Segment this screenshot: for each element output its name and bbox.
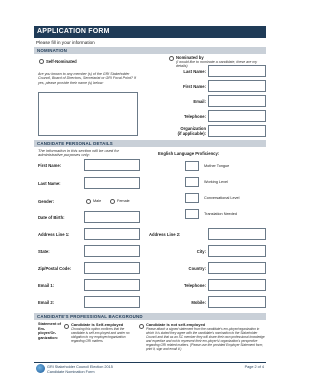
form-page: APPLICATION FORM Please fill in your inf… [0, 0, 298, 386]
mobile-label: Mobile: [191, 300, 206, 305]
page-number: Page 2 of 4 [244, 365, 264, 369]
footer-text: GRI Stakeholder Council Election 2015 Ca… [47, 365, 113, 374]
nominator-organization-input[interactable] [208, 125, 266, 137]
nominator-first-name-input[interactable] [208, 80, 266, 92]
gender-male-radio[interactable] [86, 199, 91, 204]
last-name-label: Last Name: [38, 181, 61, 186]
mother-tongue-checkbox[interactable] [185, 161, 199, 171]
personal-info-note: The information in this section will be … [38, 148, 119, 158]
first-name-input[interactable] [84, 159, 140, 171]
zip-input[interactable] [84, 262, 140, 274]
first-name-label: First Name: [38, 163, 62, 168]
address-line1-input[interactable] [84, 228, 140, 240]
mother-tongue-label: Mother Tongue [204, 164, 230, 168]
nominator-telephone-label: Telephone: [183, 114, 206, 119]
translation-needed-checkbox[interactable] [185, 209, 199, 219]
state-input[interactable] [84, 245, 140, 257]
nominator-email-label: Email: [193, 99, 206, 104]
telephone-label: Telephone: [183, 283, 206, 288]
gri-logo-icon [36, 364, 45, 373]
self-employed-note: Choosing this option confirms that the c… [71, 327, 130, 343]
personal-section-title: CANDIDATE PERSONAL DETAILS [34, 140, 266, 147]
address-line2-label: Address Line 2: [149, 232, 181, 237]
email2-label: Email 2: [38, 300, 55, 305]
address-line2-input[interactable] [208, 228, 266, 240]
email1-input[interactable] [84, 279, 140, 291]
gender-male-label: Male [93, 199, 102, 203]
last-name-input[interactable] [84, 177, 140, 189]
zip-label: Zip/Postal Code: [38, 266, 72, 271]
form-title: APPLICATION FORM [34, 26, 266, 38]
email2-input[interactable] [84, 296, 140, 308]
gender-female-radio[interactable] [110, 199, 115, 204]
conversational-level-checkbox[interactable] [185, 193, 199, 203]
nominated-by-radio[interactable] [169, 56, 174, 61]
date-of-birth-label: Date of Birth: [38, 215, 65, 220]
telephone-input[interactable] [208, 279, 266, 291]
self-nominated-label: Self-Nominated [46, 59, 77, 64]
gender-label: Gender: [38, 199, 55, 204]
country-label: Country: [188, 266, 206, 271]
address-line1-label: Address Line 1: [38, 232, 70, 237]
working-level-label: Working Level [204, 180, 228, 184]
not-self-employed-note: Please attach a signed statement from th… [146, 327, 265, 351]
conversational-level-label: Conversational Level [204, 196, 240, 200]
self-nominated-radio[interactable] [39, 59, 44, 64]
footer-divider [34, 362, 266, 363]
footer-line1: GRI Stakeholder Council Election 2015 [47, 365, 113, 369]
nomination-section-title: NOMINATION [34, 47, 266, 54]
employer-statement-label: Statement of Em-ployer/Or-ganization: [38, 322, 61, 340]
background-section-title: CANDIDATE'S PROFESSIONAL BACKGROUND [34, 313, 266, 320]
city-label: City: [196, 249, 206, 254]
nominator-last-name-label: Last Name: [183, 69, 206, 74]
working-level-checkbox[interactable] [185, 177, 199, 187]
known-member-textarea[interactable] [38, 92, 138, 136]
footer-line2: Candidate Nomination Form [47, 369, 95, 374]
fill-in-instruction: Please fill in your information [36, 40, 95, 45]
city-input[interactable] [208, 245, 266, 257]
translation-needed-label: Translation Needed [204, 212, 237, 216]
gender-female-label: Female [117, 199, 130, 203]
known-member-question: Are you known to any member (s) of the G… [38, 72, 136, 85]
not-self-employed-radio[interactable] [139, 324, 144, 329]
nominator-telephone-input[interactable] [208, 110, 266, 122]
nominator-organization-qualifier: (if applicable): [177, 131, 206, 136]
nominator-last-name-input[interactable] [208, 65, 266, 77]
self-employed-radio[interactable] [64, 324, 69, 329]
nominator-first-name-label: First Name: [182, 84, 206, 89]
mobile-input[interactable] [208, 296, 266, 308]
country-input[interactable] [208, 262, 266, 274]
email1-label: Email 1: [38, 283, 55, 288]
state-label: State: [38, 249, 50, 254]
nominator-email-input[interactable] [208, 95, 266, 107]
english-proficiency-label: English Language Proficiency: [158, 151, 220, 156]
date-of-birth-input[interactable] [84, 211, 140, 223]
